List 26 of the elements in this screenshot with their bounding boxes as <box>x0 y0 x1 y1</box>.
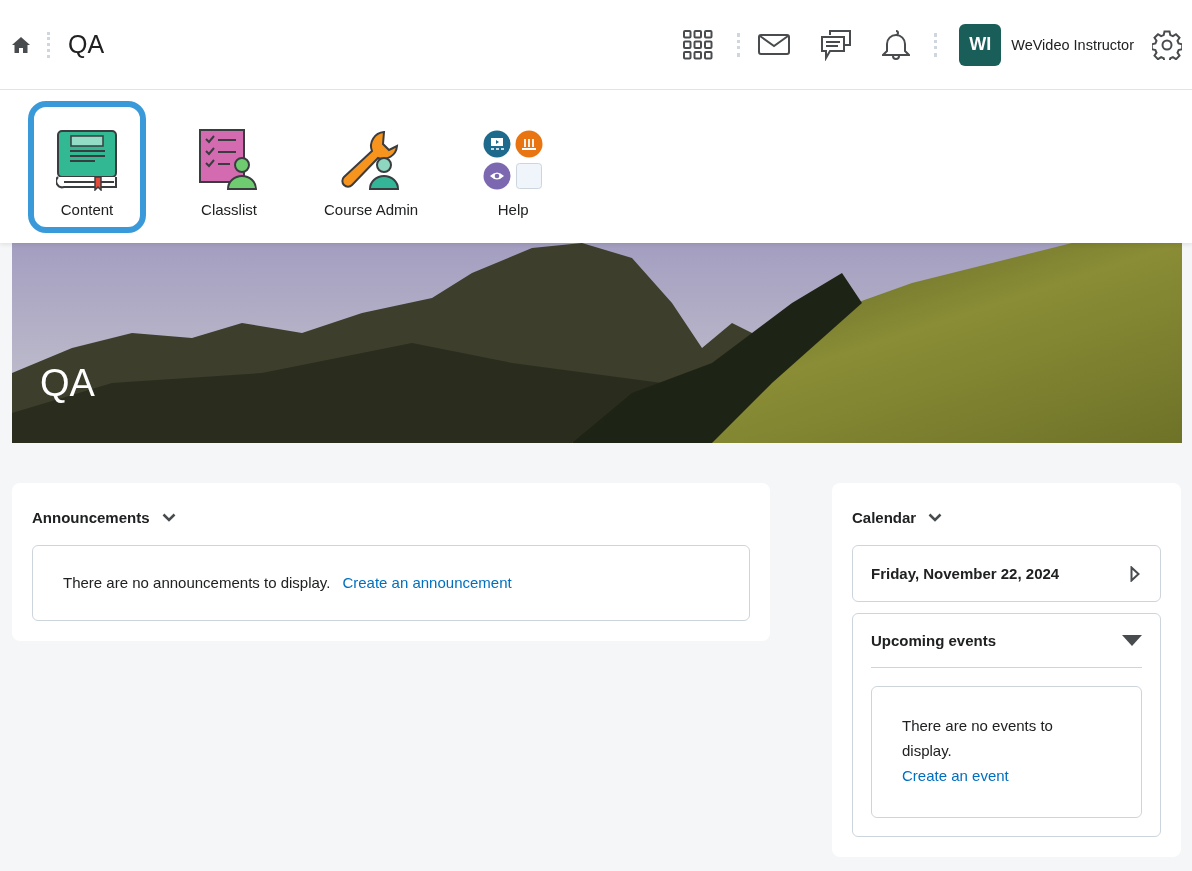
chevron-down-icon[interactable] <box>928 512 943 522</box>
user-name[interactable]: WeVideo Instructor <box>1011 36 1134 53</box>
user-avatar[interactable]: WI <box>959 23 1002 66</box>
section-title: Upcoming events <box>871 632 997 649</box>
empty-message: There are no events to display. <box>902 716 1054 761</box>
checklist-person-icon <box>198 129 260 191</box>
help-tiles-icon <box>482 129 545 191</box>
banner-title: QA <box>40 362 95 405</box>
create-event-link[interactable]: Create an event <box>902 767 1009 784</box>
home-icon[interactable] <box>11 35 31 54</box>
create-announcement-link[interactable]: Create an announcement <box>342 574 512 591</box>
date-header[interactable]: Friday, November 22, 2024 <box>852 545 1161 602</box>
widget-title: Calendar <box>852 508 917 526</box>
chat-icon[interactable] <box>820 28 853 61</box>
empty-message: There are no announcements to display. <box>63 574 331 591</box>
caret-down-icon[interactable] <box>1122 635 1142 646</box>
play-outline-icon[interactable] <box>1130 565 1140 582</box>
book-icon <box>56 129 118 191</box>
bell-icon[interactable] <box>882 28 911 61</box>
mail-icon[interactable] <box>758 33 791 56</box>
course-title: QA <box>68 30 105 59</box>
widget-title: Announcements <box>32 508 150 526</box>
settings-icon[interactable] <box>1152 29 1182 60</box>
grid-icon[interactable] <box>683 29 714 60</box>
tool-button[interactable]: Content <box>28 100 146 233</box>
chevron-down-icon[interactable] <box>161 512 176 522</box>
